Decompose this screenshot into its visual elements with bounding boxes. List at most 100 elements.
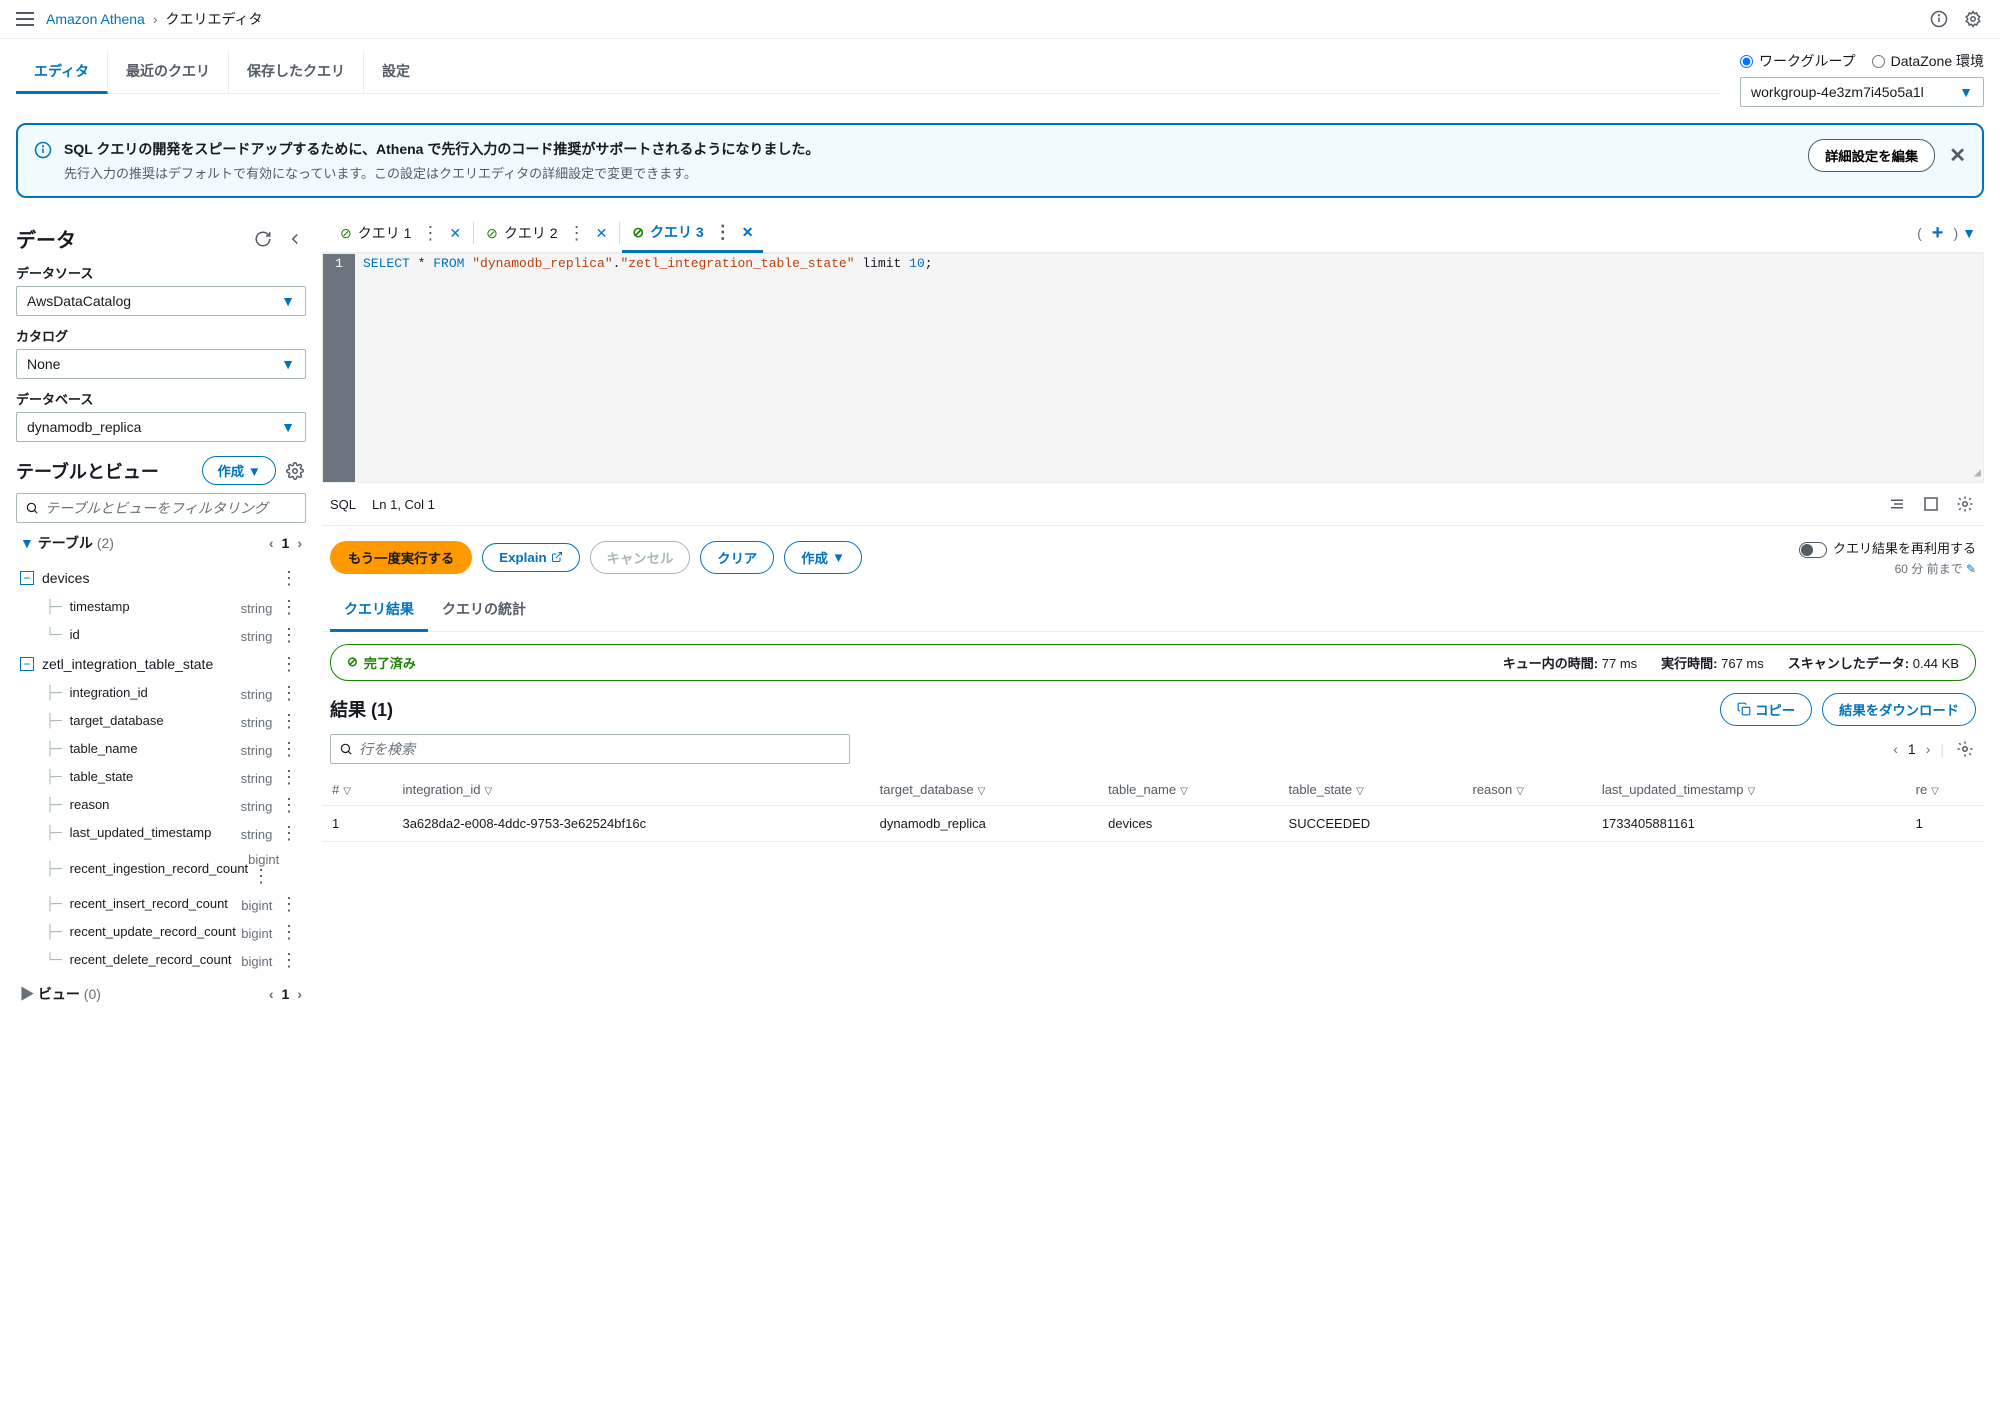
copy-button[interactable]: コピー [1720, 693, 1812, 726]
chevron-right-icon: › [153, 11, 158, 27]
views-heading[interactable]: ▶ ビュー (0) [20, 984, 101, 1004]
col-menu-icon[interactable]: ⋮ [276, 950, 302, 970]
table-menu-icon[interactable]: ⋮ [276, 655, 302, 673]
collapse-toggle[interactable]: − [20, 657, 34, 671]
column-header[interactable]: #▽ [322, 774, 392, 806]
add-tab-button[interactable]: + [1926, 222, 1950, 245]
col-menu-icon[interactable]: ⋮ [276, 894, 302, 914]
banner-subtitle: 先行入力の推奨はデフォルトで有効になっています。この設定はクエリエディタの詳細設… [64, 163, 819, 182]
check-icon: ⊘ [340, 225, 352, 242]
close-tab-icon[interactable]: ✕ [742, 224, 754, 241]
sidebar-title: データ [16, 224, 76, 253]
next-page-icon[interactable]: › [1926, 741, 1931, 757]
col-menu-icon[interactable]: ⋮ [276, 767, 302, 787]
tab-editor[interactable]: エディタ [16, 51, 108, 94]
query-tab-1[interactable]: ⊘ クエリ 1 ⋮ ✕ [330, 215, 471, 251]
col-menu-icon[interactable]: ⋮ [276, 823, 302, 843]
column-item: ├─table_statestring ⋮ [16, 763, 306, 791]
settings-gear-icon[interactable] [1962, 8, 1984, 30]
create-dropdown-button[interactable]: 作成 ▼ [784, 541, 862, 574]
results-filter[interactable] [330, 734, 850, 764]
table-cell: devices [1098, 805, 1278, 841]
tables-heading[interactable]: ▼ テーブル (2) [20, 533, 114, 553]
edit-icon[interactable]: ✎ [1966, 562, 1976, 576]
next-icon[interactable]: › [297, 535, 302, 551]
clear-button[interactable]: クリア [700, 541, 774, 574]
column-item: ├─recent_insert_record_countbigint ⋮ [16, 890, 306, 918]
editor-position: Ln 1, Col 1 [372, 497, 435, 512]
breadcrumb: Amazon Athena › クエリエディタ [46, 9, 263, 29]
fullscreen-icon[interactable] [1920, 493, 1942, 515]
tab-menu-icon[interactable]: ⋮ [417, 224, 443, 242]
prev-icon[interactable]: ‹ [269, 986, 274, 1002]
table-cell: 1733405881161 [1592, 805, 1906, 841]
col-menu-icon[interactable]: ⋮ [276, 795, 302, 815]
menu-icon[interactable] [16, 12, 34, 26]
close-icon[interactable]: ✕ [1949, 143, 1966, 168]
settings-icon[interactable] [1954, 493, 1976, 515]
download-button[interactable]: 結果をダウンロード [1822, 693, 1976, 726]
next-icon[interactable]: › [297, 986, 302, 1002]
create-button[interactable]: 作成 ▼ [202, 456, 276, 485]
col-menu-icon[interactable]: ⋮ [248, 866, 274, 886]
query-tab-3[interactable]: ⊘ クエリ 3 ⋮ ✕ [622, 214, 763, 253]
table-settings-icon[interactable] [1954, 738, 1976, 760]
column-item: ├─reasonstring ⋮ [16, 791, 306, 819]
stats-tab[interactable]: クエリの統計 [428, 589, 540, 631]
table-zetl[interactable]: −zetl_integration_table_state ⋮ [16, 649, 306, 679]
workgroup-select[interactable]: workgroup-4e3zm7i45o5a1l▼ [1740, 77, 1984, 107]
prev-page-icon[interactable]: ‹ [1893, 741, 1898, 757]
close-tab-icon[interactable]: ✕ [596, 225, 608, 242]
run-button[interactable]: もう一度実行する [330, 541, 472, 574]
tab-settings[interactable]: 設定 [364, 51, 428, 93]
tab-menu-icon[interactable]: ⋮ [710, 223, 736, 241]
column-item: └─idstring ⋮ [16, 621, 306, 649]
col-menu-icon[interactable]: ⋮ [276, 739, 302, 759]
refresh-icon[interactable] [252, 228, 274, 250]
reuse-toggle[interactable] [1799, 542, 1827, 558]
collapse-toggle[interactable]: − [20, 571, 34, 585]
column-header[interactable]: target_database▽ [870, 774, 1099, 806]
results-tab[interactable]: クエリ結果 [330, 589, 428, 632]
col-menu-icon[interactable]: ⋮ [276, 597, 302, 617]
column-header[interactable]: reason▽ [1462, 774, 1591, 806]
table-cell: 1 [1906, 805, 1984, 841]
col-menu-icon[interactable]: ⋮ [276, 683, 302, 703]
gear-icon[interactable] [284, 460, 306, 482]
datasource-select[interactable]: AwsDataCatalog▼ [16, 286, 306, 316]
prev-icon[interactable]: ‹ [269, 535, 274, 551]
query-tab-2[interactable]: ⊘ クエリ 2 ⋮ ✕ [476, 215, 617, 251]
tab-menu-icon[interactable]: ⋮ [564, 224, 590, 242]
col-menu-icon[interactable]: ⋮ [276, 625, 302, 645]
table-cell: dynamodb_replica [870, 805, 1099, 841]
table-row: 13a628da2-e008-4ddc-9753-3e62524bf16cdyn… [322, 805, 1984, 841]
tab-saved[interactable]: 保存したクエリ [229, 51, 364, 93]
database-select[interactable]: dynamodb_replica▼ [16, 412, 306, 442]
catalog-select[interactable]: None▼ [16, 349, 306, 379]
info-icon[interactable] [1928, 8, 1950, 30]
resize-handle[interactable]: ◢ [1974, 465, 1981, 480]
breadcrumb-service[interactable]: Amazon Athena [46, 11, 145, 27]
col-menu-icon[interactable]: ⋮ [276, 922, 302, 942]
column-header[interactable]: re▽ [1906, 774, 1984, 806]
col-menu-icon[interactable]: ⋮ [276, 711, 302, 731]
sql-editor[interactable]: 1 SELECT * FROM "dynamodb_replica"."zetl… [322, 253, 1984, 483]
tab-recent[interactable]: 最近のクエリ [108, 51, 229, 93]
banner-action-button[interactable]: 詳細設定を編集 [1808, 139, 1935, 172]
radio-workgroup[interactable]: ワークグループ [1740, 51, 1856, 71]
column-header[interactable]: last_updated_timestamp▽ [1592, 774, 1906, 806]
column-header[interactable]: table_name▽ [1098, 774, 1278, 806]
database-label: データベース [16, 389, 306, 408]
collapse-icon[interactable] [284, 228, 306, 250]
column-header[interactable]: integration_id▽ [392, 774, 869, 806]
column-header[interactable]: table_state▽ [1279, 774, 1463, 806]
format-icon[interactable] [1886, 493, 1908, 515]
table-devices[interactable]: −devices ⋮ [16, 563, 306, 593]
radio-datazone[interactable]: DataZone 環境 [1872, 51, 1984, 71]
tab-dropdown-icon[interactable]: ▼ [1962, 225, 1976, 241]
table-filter-input[interactable] [16, 493, 306, 523]
close-tab-icon[interactable]: ✕ [449, 225, 461, 242]
explain-button[interactable]: Explain [482, 543, 579, 572]
table-menu-icon[interactable]: ⋮ [276, 569, 302, 587]
table-cell: 1 [322, 805, 392, 841]
